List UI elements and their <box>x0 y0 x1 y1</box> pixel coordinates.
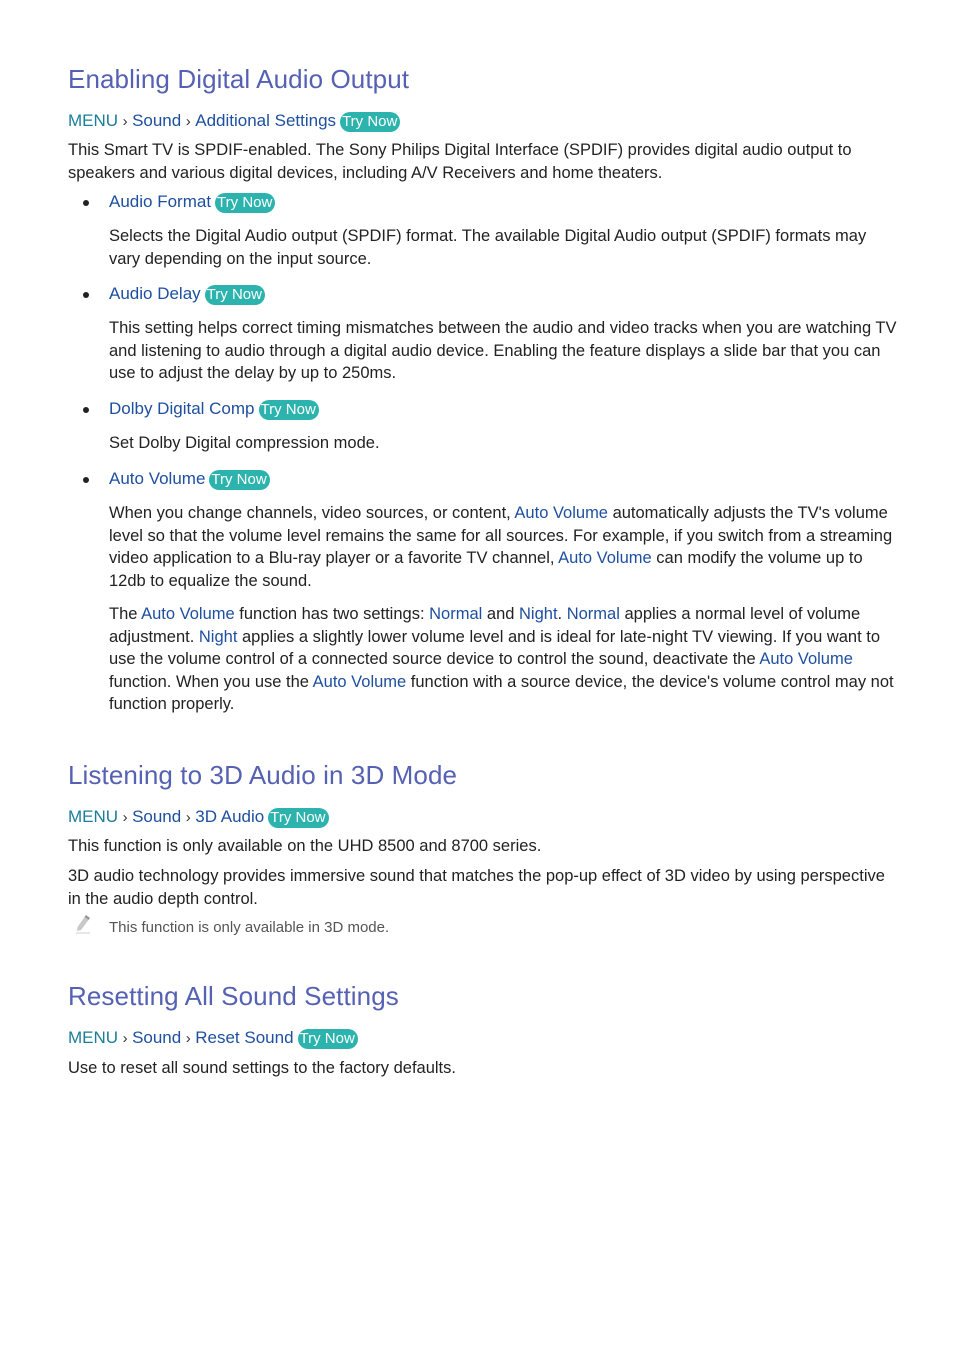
try-now-button[interactable]: Try Now <box>258 400 319 420</box>
try-now-button[interactable]: Try Now <box>268 808 329 828</box>
term-normal: Normal <box>429 605 483 623</box>
bullet-icon <box>83 407 89 413</box>
breadcrumb-menu[interactable]: MENU <box>68 1028 118 1047</box>
try-now-button[interactable]: Try Now <box>215 193 276 213</box>
breadcrumb: MENU › Sound › 3D Audio Try Now <box>68 806 898 829</box>
section-title-reset-sound: Resetting All Sound Settings <box>68 981 399 1011</box>
list-item-audio-format: Audio Format Try Now <box>68 191 898 213</box>
term-auto-volume: Auto Volume <box>141 605 235 623</box>
breadcrumb-menu[interactable]: MENU <box>68 807 118 826</box>
try-now-button[interactable]: Try Now <box>297 1029 358 1049</box>
breadcrumb-menu[interactable]: MENU <box>68 111 118 130</box>
pencil-icon <box>76 915 90 934</box>
breadcrumb-reset-sound[interactable]: Reset Sound <box>195 1028 293 1047</box>
term-normal: Normal <box>566 605 620 623</box>
term-night: Night <box>198 627 238 646</box>
section-title-3d-audio: Listening to 3D Audio in 3D Mode <box>68 760 458 790</box>
setting-link-dolby-digital-comp[interactable]: Dolby Digital Comp <box>109 399 255 418</box>
text: . <box>557 605 567 623</box>
availability-paragraph: This function is only available on the U… <box>68 837 542 855</box>
term-auto-volume: Auto Volume <box>514 504 608 522</box>
audio-format-description: Selects the Digital Audio output (SPDIF)… <box>109 227 867 268</box>
note-text: This function is only available in 3D mo… <box>109 919 390 936</box>
setting-link-audio-delay[interactable]: Audio Delay <box>109 284 201 303</box>
intro-paragraph: This Smart TV is SPDIF-enabled. The Sony… <box>68 141 852 182</box>
try-now-button[interactable]: Try Now <box>340 112 401 132</box>
reset-description: Use to reset all sound settings to the f… <box>68 1059 456 1077</box>
chevron-right-icon: › <box>122 1030 128 1047</box>
3d-audio-description: 3D audio technology provides immersive s… <box>68 867 885 908</box>
audio-delay-description: This setting helps correct timing mismat… <box>109 319 897 382</box>
term-auto-volume: Auto Volume <box>312 672 407 691</box>
breadcrumb: MENU › Sound › Reset Sound Try Now <box>68 1027 898 1050</box>
list-item-auto-volume: Auto Volume Try Now <box>68 468 898 490</box>
list-item-dolby-digital-comp: Dolby Digital Comp Try Now <box>68 398 898 420</box>
try-now-button[interactable]: Try Now <box>209 470 270 490</box>
text: function has two settings: <box>234 605 430 623</box>
chevron-right-icon: › <box>185 809 191 826</box>
setting-link-audio-format[interactable]: Audio Format <box>109 192 211 211</box>
note: This function is only available in 3D mo… <box>68 915 898 938</box>
dolby-digital-comp-description: Set Dolby Digital compression mode. <box>109 434 380 452</box>
breadcrumb-sound[interactable]: Sound <box>132 1028 181 1047</box>
text: function. When you use the <box>109 672 313 691</box>
chevron-right-icon: › <box>122 113 128 130</box>
auto-volume-description-2: The Auto Volume function has two setting… <box>68 603 898 716</box>
bullet-icon <box>83 292 89 298</box>
text: and <box>482 605 520 623</box>
term-auto-volume: Auto Volume <box>759 650 853 668</box>
bullet-icon <box>83 200 89 206</box>
term-night: Night <box>519 605 558 623</box>
term-auto-volume: Auto Volume <box>558 549 652 567</box>
text: When you change channels, video sources,… <box>109 504 515 522</box>
try-now-button[interactable]: Try Now <box>204 285 265 305</box>
chevron-right-icon: › <box>185 1030 191 1047</box>
breadcrumb-additional-settings[interactable]: Additional Settings <box>195 111 336 130</box>
section-title-digital-audio-output: Enabling Digital Audio Output <box>68 64 410 94</box>
list-item-audio-delay: Audio Delay Try Now <box>68 283 898 305</box>
chevron-right-icon: › <box>185 113 191 130</box>
breadcrumb: MENU › Sound › Additional Settings Try Now <box>68 110 898 133</box>
bullet-icon <box>83 477 89 483</box>
chevron-right-icon: › <box>122 809 128 826</box>
setting-link-auto-volume[interactable]: Auto Volume <box>109 469 205 488</box>
text: The <box>109 605 142 623</box>
breadcrumb-3d-audio[interactable]: 3D Audio <box>195 807 264 826</box>
breadcrumb-sound[interactable]: Sound <box>132 807 181 826</box>
auto-volume-description-1: When you change channels, video sources,… <box>68 502 898 592</box>
breadcrumb-sound[interactable]: Sound <box>132 111 181 130</box>
